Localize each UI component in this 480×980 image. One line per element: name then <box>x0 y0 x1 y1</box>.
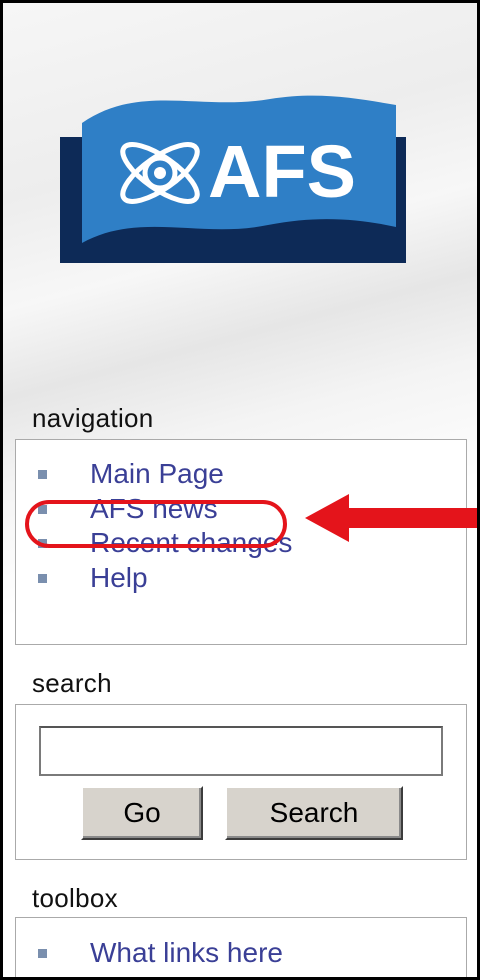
toolbox-link-what-links-here[interactable]: What links here <box>90 936 283 970</box>
search-heading: search <box>32 668 112 698</box>
navigation-heading: navigation <box>32 403 154 433</box>
red-arrow-icon <box>305 494 477 542</box>
toolbox-box: What links here <box>15 917 467 977</box>
search-button[interactable]: Search <box>225 786 403 840</box>
logo-text: AFS <box>208 130 356 213</box>
highlight-oval-annotation <box>25 500 287 548</box>
go-button[interactable]: Go <box>81 786 203 840</box>
toolbox-heading: toolbox <box>32 883 118 913</box>
nav-link-help[interactable]: Help <box>90 561 148 595</box>
sidebar-panel: AFS navigation Main Page AFS news Recent… <box>0 0 480 980</box>
afs-logo[interactable]: AFS <box>60 93 406 263</box>
nav-item-help: Help <box>16 561 466 596</box>
nav-link-main-page[interactable]: Main Page <box>90 457 224 491</box>
bullet-icon <box>38 470 47 479</box>
bullet-icon <box>38 573 47 583</box>
nav-item-main-page: Main Page <box>16 457 466 492</box>
bullet-icon <box>38 949 47 958</box>
toolbox-item-what-links-here: What links here <box>16 936 466 971</box>
search-input[interactable] <box>39 726 443 776</box>
afs-logo-icon: AFS <box>60 95 406 263</box>
